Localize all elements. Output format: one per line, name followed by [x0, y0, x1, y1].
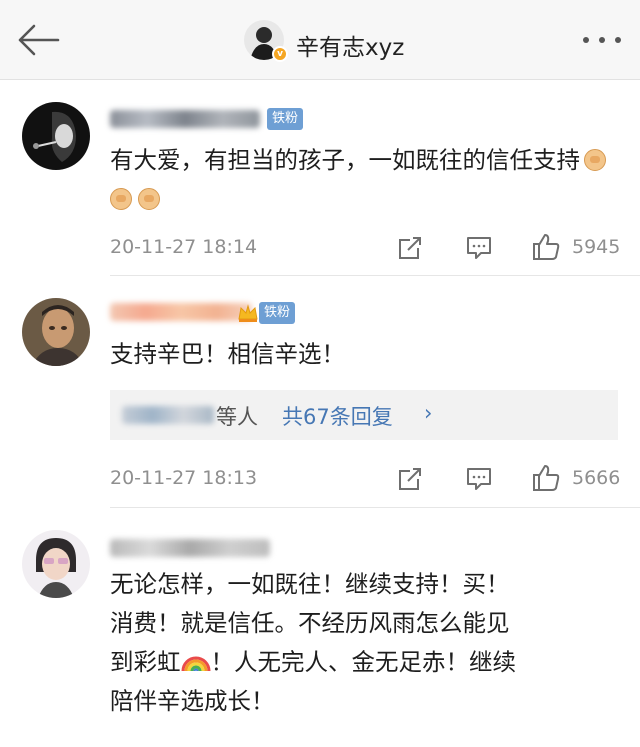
comment-line: 消费！就是信任。不经历风雨怎么能见 [110, 609, 510, 637]
avatar[interactable] [22, 530, 90, 598]
comment-line: 到彩虹 ！人无完人、金无足赤！继续 [110, 643, 620, 682]
share-icon[interactable] [396, 465, 424, 493]
comment-fragment: ！人无完人、金无足赤！继续 [210, 648, 517, 676]
comment-icon[interactable] [465, 234, 493, 262]
comment-text: 无论怎样，一如既往！继续支持！买！ 消费！就是信任。不经历风雨怎么能见 到彩虹 … [110, 565, 620, 721]
thumbs-up-icon[interactable] [531, 463, 561, 493]
fan-badge: 铁粉 [259, 302, 296, 324]
verified-icon: v [272, 46, 288, 62]
comment-line: 陪伴辛选成长！ [110, 687, 275, 715]
reply-suffix: 等人 [216, 405, 258, 429]
page-title[interactable]: 辛有志xyz [296, 28, 404, 62]
comment-text: 支持辛巴！相信辛选！ [110, 340, 345, 368]
comment-timestamp: 20-11-27 18:13 [110, 467, 258, 489]
comment-item: 铁粉 支持辛巴！相信辛选！ 等人 共67条回复 › 20-11-27 18:13… [0, 276, 640, 504]
comment-body: 有大爱，有担当的孩子，一如既往的信任支持 [110, 146, 580, 174]
comment-fragment: 到彩虹 [110, 648, 181, 676]
username[interactable] [110, 303, 252, 321]
comment-line: 无论怎样，一如既往！继续支持！买！ [110, 570, 510, 598]
rainbow-emoji [181, 656, 210, 672]
top-bar: v 辛有志xyz [0, 0, 640, 80]
fist-emoji [110, 188, 132, 210]
share-icon[interactable] [396, 234, 424, 262]
username[interactable] [110, 110, 260, 128]
avatar[interactable] [22, 102, 90, 170]
comment-item: 铁粉 有大爱，有担当的孩子，一如既往的信任支持 20-11-27 18:14 5… [0, 80, 640, 275]
comment-timestamp: 20-11-27 18:14 [110, 236, 258, 258]
chevron-right-icon[interactable]: › [424, 401, 432, 425]
arrow-left-icon[interactable] [14, 22, 62, 58]
like-count: 5666 [572, 467, 621, 489]
view-replies-link[interactable]: 共67条回复 [282, 401, 393, 431]
crown-icon [238, 304, 258, 322]
comment-item: 无论怎样，一如既往！继续支持！买！ 消费！就是信任。不经历风雨怎么能见 到彩虹 … [0, 508, 640, 747]
comment-icon[interactable] [465, 465, 493, 493]
replier-names [122, 406, 214, 424]
more-horizontal-icon[interactable] [578, 28, 626, 52]
fan-badge: 铁粉 [267, 108, 304, 130]
reply-preview[interactable]: 等人 共67条回复 › [110, 390, 618, 440]
fist-emoji [138, 188, 160, 210]
comment-text: 有大爱，有担当的孩子，一如既往的信任支持 [110, 141, 620, 219]
fist-emoji [584, 149, 606, 171]
thumbs-up-icon[interactable] [531, 232, 561, 262]
avatar[interactable] [22, 298, 90, 366]
username[interactable] [110, 539, 270, 557]
like-count: 5945 [572, 236, 621, 258]
